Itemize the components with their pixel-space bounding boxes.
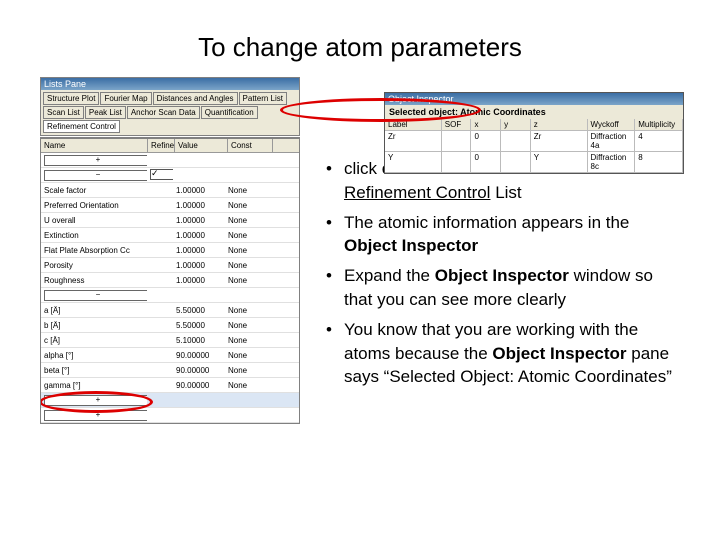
table-row[interactable]: Flat Plate Absorption Cc1.00000None [41, 243, 299, 258]
col-const: Const [228, 139, 273, 152]
table-row[interactable]: U overall1.00000None [41, 213, 299, 228]
table-row[interactable]: a [Å]5.50000None [41, 303, 299, 318]
tab-peak-list[interactable]: Peak List [85, 106, 126, 119]
table-row[interactable]: +Global Parameters [41, 153, 299, 168]
table-row[interactable]: −Zirconia [41, 168, 299, 183]
h-y: y [501, 119, 531, 130]
h-wyckoff: Wyckoff [588, 119, 636, 130]
h-mult: Multiplicity [635, 119, 683, 130]
object-inspector-window: Object Inspector Selected object: Atomic… [384, 92, 684, 174]
inspector-row[interactable]: Y0YDiffraction 8c8 [385, 152, 683, 173]
h-z: z [531, 119, 588, 130]
grid-body: +Global Parameters−ZirconiaScale factor1… [41, 153, 299, 423]
tab-scan-list[interactable]: Scan List [43, 106, 84, 119]
col-refine: Refine [148, 139, 175, 152]
h-x: x [471, 119, 501, 130]
h-label: Label [385, 119, 442, 130]
screenshot-column: Lists Pane Structure PlotFourier MapDist… [40, 77, 300, 425]
table-row[interactable]: Preferred Orientation1.00000None [41, 198, 299, 213]
tab-anchor-scan-data[interactable]: Anchor Scan Data [127, 106, 200, 119]
table-row[interactable]: b [Å]5.50000None [41, 318, 299, 333]
col-value: Value [175, 139, 228, 152]
bullet-item: The atomic information appears in the Ob… [320, 211, 680, 259]
tab-pattern-list[interactable]: Pattern List [239, 92, 287, 105]
tab-refinement-control[interactable]: Refinement Control [43, 120, 120, 133]
table-row[interactable]: alpha [°]90.00000None [41, 348, 299, 363]
table-row[interactable]: Porosity1.00000None [41, 258, 299, 273]
tree-toggle-icon[interactable]: + [44, 155, 147, 166]
inspector-titlebar: Object Inspector [385, 93, 683, 105]
table-row[interactable]: −Unit Cell [41, 288, 299, 303]
table-row[interactable]: Scale factor1.00000None [41, 183, 299, 198]
table-row[interactable]: +Profile Parameters [41, 408, 299, 423]
selected-object-label: Selected object: Atomic Coordinates [385, 105, 683, 119]
table-row[interactable]: beta [°]90.00000None [41, 363, 299, 378]
tree-toggle-icon[interactable]: − [44, 170, 147, 181]
table-row[interactable]: +Atomic coordinates [41, 393, 299, 408]
page-title: To change atom parameters [40, 32, 680, 63]
bullet-item: Expand the Object Inspector window so th… [320, 264, 680, 312]
tree-toggle-icon[interactable]: − [44, 290, 147, 301]
h-sof: SOF [442, 119, 472, 130]
col-name: Name [41, 139, 148, 152]
table-row[interactable]: c [Å]5.10000None [41, 333, 299, 348]
tab-fourier-map[interactable]: Fourier Map [100, 92, 151, 105]
table-row[interactable]: gamma [°]90.00000None [41, 378, 299, 393]
grid-header: Name Refine Value Const [41, 138, 299, 153]
bullet-list: click on Atomic Coordinates in the Refin… [320, 157, 680, 389]
tree-toggle-icon[interactable]: + [44, 410, 147, 421]
tab-distances-and-angles[interactable]: Distances and Angles [153, 92, 238, 105]
tab-quantification[interactable]: Quantification [201, 106, 258, 119]
tree-toggle-icon[interactable]: + [44, 395, 147, 406]
table-row[interactable]: Roughness1.00000None [41, 273, 299, 288]
slide: To change atom parameters Lists Pane Str… [0, 0, 720, 540]
bullet-item: You know that you are working with the a… [320, 318, 680, 389]
lists-pane-window: Lists Pane Structure PlotFourier MapDist… [40, 77, 300, 136]
tabs: Structure PlotFourier MapDistances and A… [41, 90, 299, 135]
inspector-header: Label SOF x y z Wyckoff Multiplicity [385, 119, 683, 131]
inspector-body: Zr0ZrDiffraction 4a4Y0YDiffraction 8c8 [385, 131, 683, 173]
tab-structure-plot[interactable]: Structure Plot [43, 92, 99, 105]
table-row[interactable]: Extinction1.00000None [41, 228, 299, 243]
refinement-control-grid: Name Refine Value Const +Global Paramete… [40, 137, 300, 424]
lists-pane-titlebar: Lists Pane [41, 78, 299, 90]
refine-checkbox[interactable] [150, 169, 173, 180]
inspector-row[interactable]: Zr0ZrDiffraction 4a4 [385, 131, 683, 152]
